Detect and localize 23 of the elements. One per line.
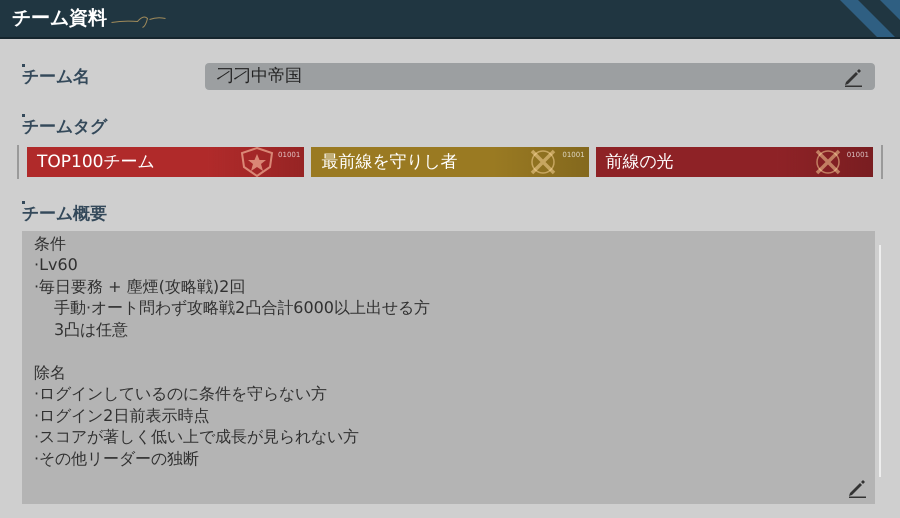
team-name-field[interactable]: 刁刁中帝国	[205, 63, 875, 90]
edit-icon[interactable]	[847, 478, 867, 498]
summary-line: ·ログインしているのに条件を守らない方	[34, 383, 328, 404]
section-label: チームタグ	[22, 117, 109, 138]
summary-line: ·Lv60	[34, 254, 78, 276]
section-label: チーム名	[22, 67, 91, 89]
summary-heading: 条件	[34, 232, 66, 254]
summary-line: ·スコアが著しく低い上で成長が見られない方	[34, 426, 360, 448]
edit-icon[interactable]	[843, 66, 863, 86]
shield-star-icon	[240, 147, 274, 178]
summary-line: ·その他リーダーの独断	[34, 448, 200, 469]
section-label: チーム概要	[22, 204, 108, 226]
summary-heading: 除名	[34, 362, 66, 383]
section-mark	[22, 64, 25, 68]
summary-line: ·毎日要務 + 塵煙(攻略戦)2回	[34, 276, 246, 297]
section-mark	[22, 201, 25, 204]
section-mark	[22, 114, 25, 117]
summary-line: 手動·オート問わず攻略戦2凸合計6000以上出せる方	[53, 297, 430, 318]
window-title: チーム資料	[12, 6, 107, 32]
signature-icon	[111, 14, 166, 28]
summary-line: 3凸は任意	[53, 318, 128, 340]
stripe-decoration	[840, 0, 900, 37]
summary-line: ·ログイン2日前表示時点	[34, 404, 210, 426]
